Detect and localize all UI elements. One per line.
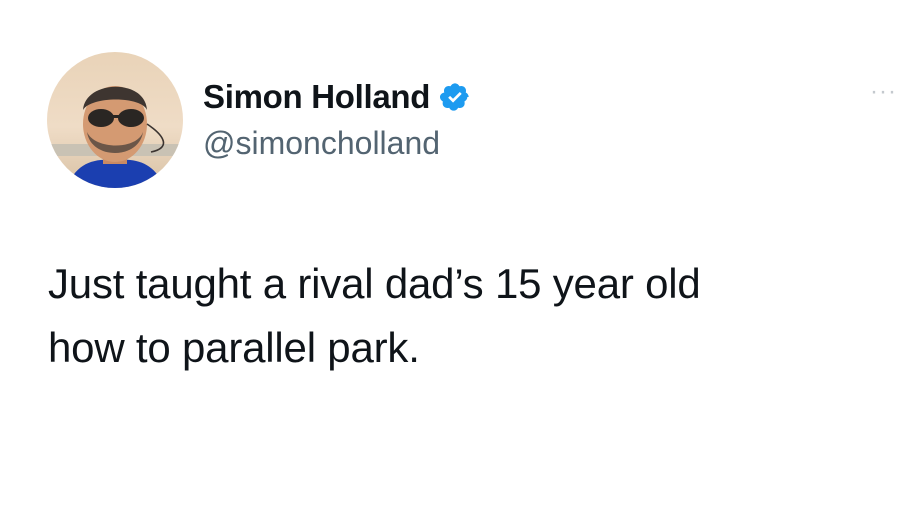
author-display-name[interactable]: Simon Holland — [203, 78, 430, 116]
more-options-icon[interactable]: ··· — [870, 80, 910, 104]
author-name-row: Simon Holland — [203, 77, 471, 117]
avatar-photo — [47, 52, 183, 188]
tweet-text-line: how to parallel park. — [48, 324, 420, 371]
tweet-card: Simon Holland @simoncholland ··· Just ta… — [0, 0, 924, 518]
verified-badge-icon — [439, 81, 471, 113]
avatar[interactable] — [47, 52, 183, 188]
author-handle[interactable]: @simoncholland — [203, 125, 440, 162]
tweet-text-line: Just taught a rival dad’s 15 year old — [48, 260, 701, 307]
tweet-text: Just taught a rival dad’s 15 year old ho… — [48, 252, 908, 380]
